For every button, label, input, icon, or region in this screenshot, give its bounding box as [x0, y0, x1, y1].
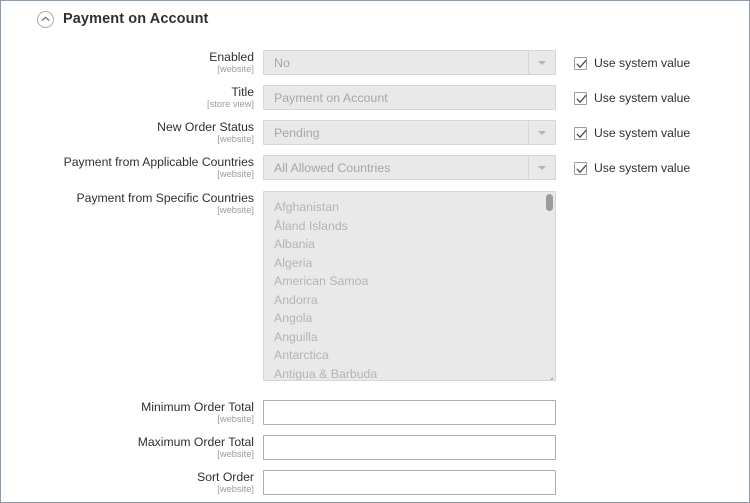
use-system-value-label: Use system value [594, 91, 690, 105]
checkbox-checked-icon[interactable] [574, 57, 587, 70]
field-control-specific-countries: Afghanistan Åland Islands Albania Algeri… [263, 191, 556, 381]
field-control-maximum-order-total [263, 435, 556, 460]
scrollbar-thumb[interactable] [546, 194, 553, 211]
field-row-maximum-order-total: Maximum Order Total [website] [1, 435, 749, 461]
enabled-select-value: No [264, 56, 290, 70]
list-item[interactable]: Andorra [264, 291, 555, 310]
field-control-minimum-order-total [263, 400, 556, 425]
label-scope: [website] [1, 206, 254, 216]
checkbox-checked-icon[interactable] [574, 127, 587, 140]
list-item[interactable]: Algeria [264, 254, 555, 273]
field-control-sort-order [263, 470, 556, 495]
specific-countries-multiselect[interactable]: Afghanistan Åland Islands Albania Algeri… [263, 191, 556, 381]
label-text: Maximum Order Total [1, 436, 254, 449]
resize-handle-icon[interactable] [544, 369, 554, 379]
field-row-sort-order: Sort Order [website] [1, 470, 749, 496]
field-control-applicable-countries: All Allowed Countries [263, 155, 556, 180]
list-item[interactable]: Afghanistan [264, 198, 555, 217]
checkbox-checked-icon[interactable] [574, 162, 587, 175]
use-system-value-applicable-countries[interactable]: Use system value [574, 161, 690, 175]
field-control-new-order-status: Pending [263, 120, 556, 145]
chevron-down-icon[interactable] [528, 51, 555, 74]
field-control-enabled: No [263, 50, 556, 75]
applicable-countries-select-value: All Allowed Countries [264, 161, 390, 175]
use-system-value-label: Use system value [594, 126, 690, 140]
minimum-order-total-input[interactable] [263, 400, 556, 425]
use-system-value-label: Use system value [594, 161, 690, 175]
list-item[interactable]: Antarctica [264, 346, 555, 365]
chevron-down-icon[interactable] [528, 121, 555, 144]
field-label-enabled: Enabled [website] [1, 50, 263, 75]
new-order-status-select-value: Pending [264, 126, 319, 140]
use-system-value-title[interactable]: Use system value [574, 91, 690, 105]
scrollbar[interactable] [545, 193, 554, 379]
section-header[interactable]: Payment on Account [1, 1, 749, 37]
title-input[interactable]: Payment on Account [263, 85, 556, 110]
label-scope: [store view] [1, 100, 254, 110]
list-item[interactable]: Albania [264, 235, 555, 254]
field-label-minimum-order-total: Minimum Order Total [website] [1, 400, 263, 425]
maximum-order-total-input[interactable] [263, 435, 556, 460]
label-text: Enabled [1, 51, 254, 64]
checkbox-checked-icon[interactable] [574, 92, 587, 105]
field-row-minimum-order-total: Minimum Order Total [website] [1, 400, 749, 426]
label-text: Minimum Order Total [1, 401, 254, 414]
label-scope: [website] [1, 65, 254, 75]
field-label-applicable-countries: Payment from Applicable Countries [websi… [1, 155, 263, 180]
field-label-maximum-order-total: Maximum Order Total [website] [1, 435, 263, 460]
label-scope: [website] [1, 485, 254, 495]
list-item[interactable]: Antigua & Barbuda [264, 365, 555, 382]
page-title: Payment on Account [63, 11, 208, 27]
list-item[interactable]: Anguilla [264, 328, 555, 347]
label-scope: [website] [1, 450, 254, 460]
use-system-value-new-order-status[interactable]: Use system value [574, 126, 690, 140]
label-scope: [website] [1, 135, 254, 145]
label-text: Sort Order [1, 471, 254, 484]
field-row-specific-countries: Payment from Specific Countries [website… [1, 191, 749, 383]
new-order-status-select[interactable]: Pending [263, 120, 556, 145]
label-text: Payment from Specific Countries [1, 192, 254, 205]
chevron-down-icon[interactable] [528, 156, 555, 179]
field-control-title: Payment on Account [263, 85, 556, 110]
list-item[interactable]: Angola [264, 309, 555, 328]
applicable-countries-select[interactable]: All Allowed Countries [263, 155, 556, 180]
chevron-up-circle-icon[interactable] [37, 11, 54, 28]
title-input-value: Payment on Account [264, 91, 388, 105]
label-scope: [website] [1, 170, 254, 180]
use-system-value-label: Use system value [594, 56, 690, 70]
label-text: Payment from Applicable Countries [1, 156, 254, 169]
label-text: New Order Status [1, 121, 254, 134]
config-section-panel: Payment on Account Enabled [website] No … [0, 0, 750, 503]
list-item[interactable]: American Samoa [264, 272, 555, 291]
sort-order-input[interactable] [263, 470, 556, 495]
label-text: Title [1, 86, 254, 99]
label-scope: [website] [1, 415, 254, 425]
use-system-value-enabled[interactable]: Use system value [574, 56, 690, 70]
field-label-sort-order: Sort Order [website] [1, 470, 263, 495]
field-label-specific-countries: Payment from Specific Countries [website… [1, 191, 263, 216]
field-label-new-order-status: New Order Status [website] [1, 120, 263, 145]
field-label-title: Title [store view] [1, 85, 263, 110]
list-item[interactable]: Åland Islands [264, 217, 555, 236]
enabled-select[interactable]: No [263, 50, 556, 75]
